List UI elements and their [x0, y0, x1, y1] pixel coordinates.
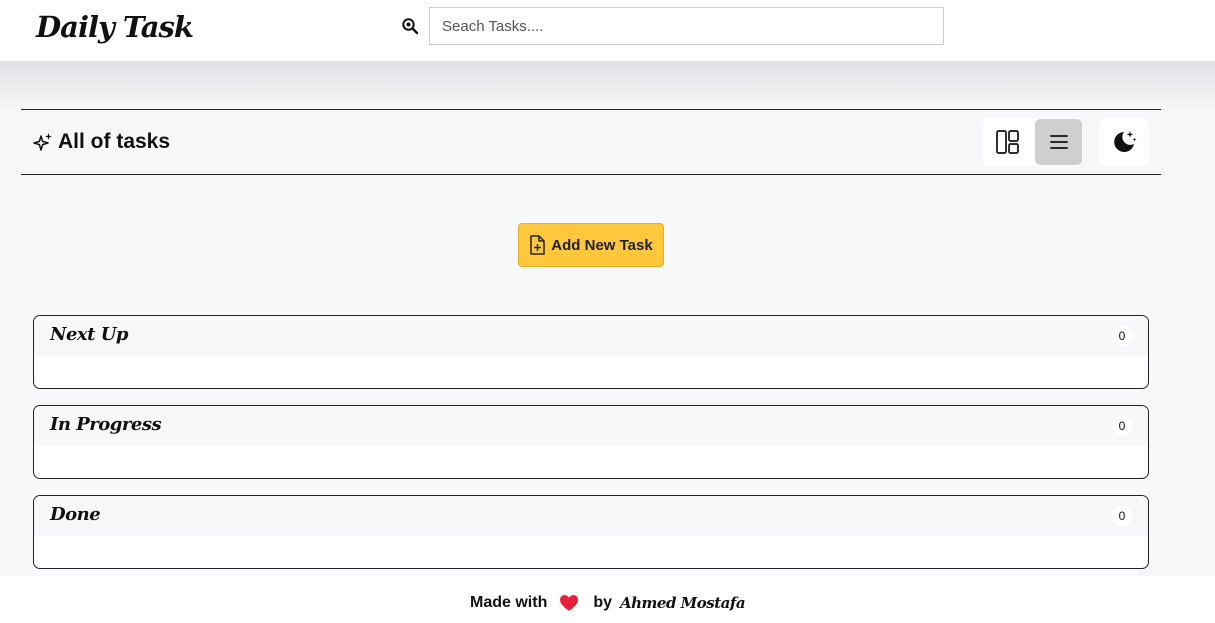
footer-credit: Made with by Ahmed Mostafa [470, 594, 746, 612]
column-in-progress: In Progress 0 [33, 405, 1149, 479]
column-header: In Progress 0 [34, 406, 1148, 446]
file-plus-icon [530, 235, 546, 255]
list-icon [1049, 135, 1068, 149]
count-badge: 0 [1112, 506, 1132, 526]
column-title: Done [50, 504, 101, 525]
add-new-task-button[interactable]: Add New Task [518, 223, 664, 267]
by-text: by [593, 594, 613, 611]
column-done: Done 0 [33, 495, 1149, 569]
top-bar: Daily Task [0, 0, 1215, 61]
footer: Made with by Ahmed Mostafa [0, 576, 1215, 623]
grid-layout-icon [996, 130, 1019, 154]
sparkles-icon [33, 133, 52, 151]
column-header: Done 0 [34, 496, 1148, 536]
search-icon [402, 18, 419, 35]
moon-stars-icon [1114, 131, 1137, 152]
list-view-button[interactable] [1035, 119, 1082, 165]
theme-toggle-button[interactable] [1099, 118, 1149, 166]
author-name[interactable]: Ahmed Mostafa [620, 594, 746, 612]
count-badge: 0 [1112, 416, 1132, 436]
count-badge: 0 [1112, 326, 1132, 346]
section-title: All of tasks [58, 130, 171, 153]
made-with-text: Made with [470, 594, 548, 611]
column-title: In Progress [50, 414, 162, 435]
add-new-task-label: Add New Task [551, 236, 653, 254]
search-input[interactable] [429, 7, 944, 45]
grid-view-button[interactable] [983, 118, 1033, 166]
heart-icon [560, 595, 579, 611]
column-title: Next Up [50, 324, 129, 345]
header-shadow [0, 61, 1215, 111]
column-next-up: Next Up 0 [33, 315, 1149, 389]
column-header: Next Up 0 [34, 316, 1148, 356]
app-logo[interactable]: Daily Task [36, 10, 194, 44]
section-bottom-divider [21, 174, 1161, 175]
view-toggle [983, 118, 1083, 166]
